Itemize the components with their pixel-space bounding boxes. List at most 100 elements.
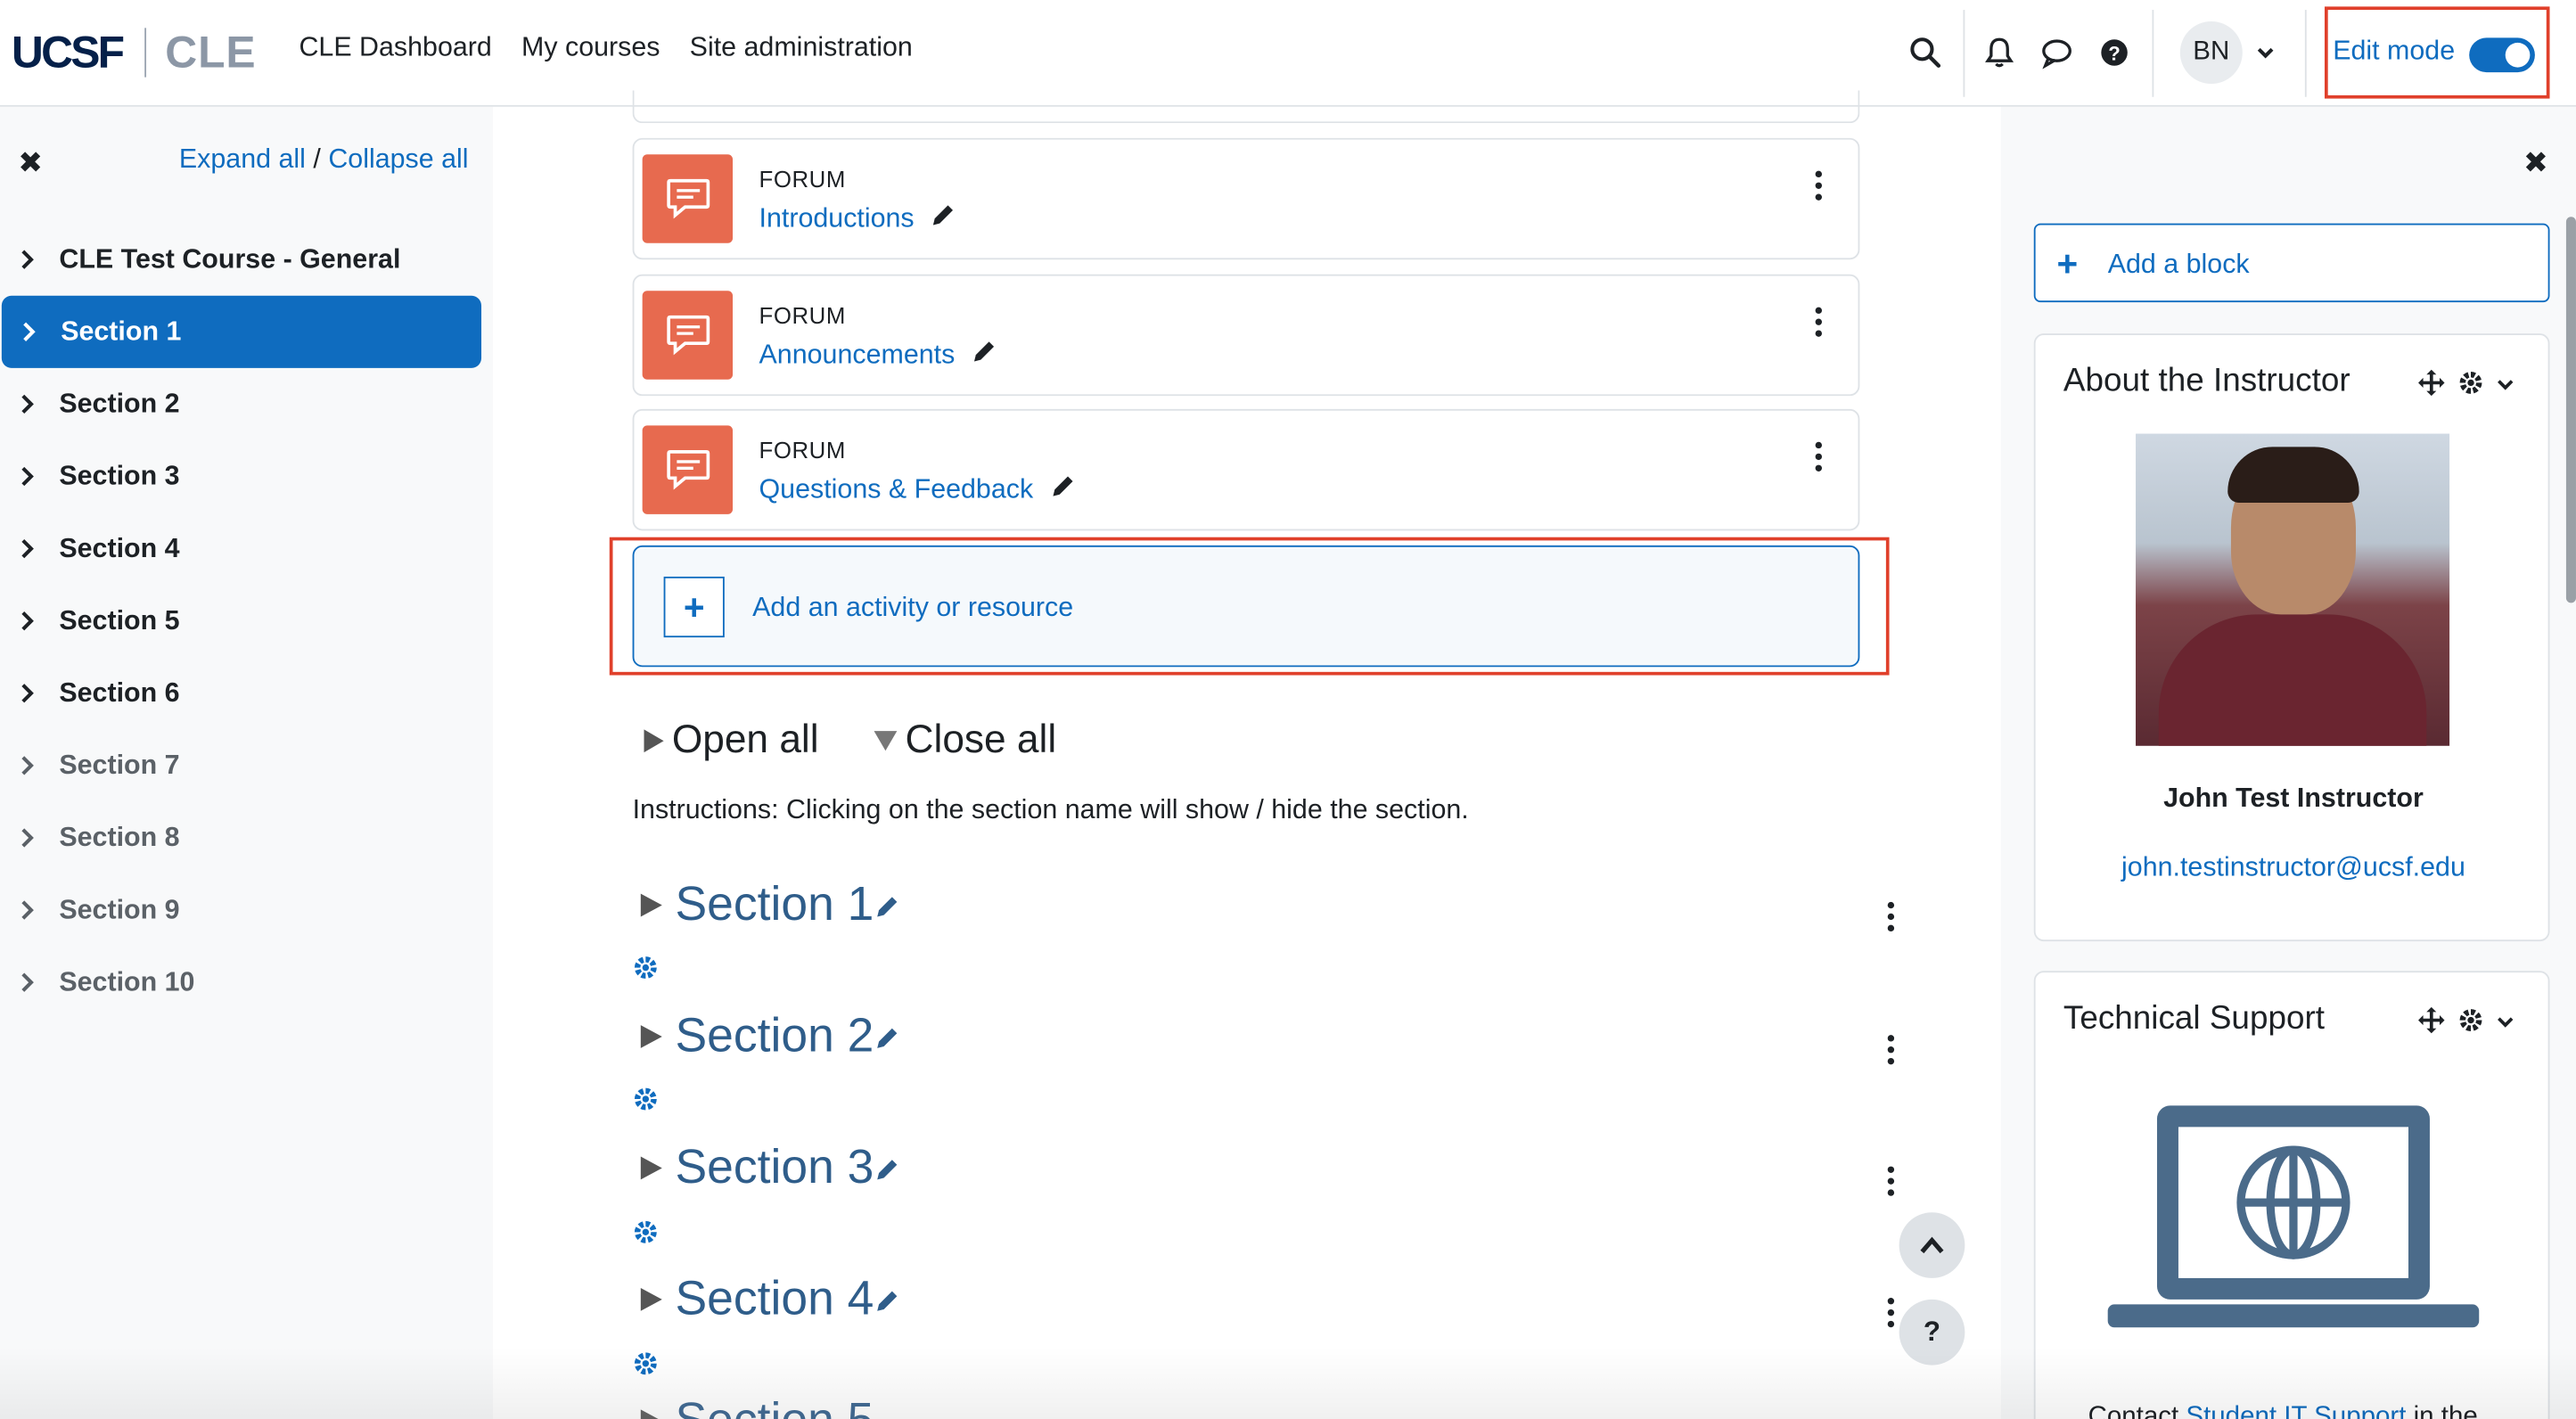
triangle-right-icon	[640, 1409, 662, 1419]
kebab-icon[interactable]	[1886, 1166, 1896, 1196]
pencil-icon[interactable]	[874, 1141, 899, 1195]
block-drawer: ✖ + Add a block About the Instructor Joh…	[2000, 106, 2576, 1419]
section-heading-5[interactable]: Section 5	[640, 1388, 874, 1419]
kebab-icon[interactable]	[1886, 1298, 1896, 1328]
move-icon[interactable]	[2416, 368, 2446, 406]
nav-site-administration[interactable]: Site administration	[690, 33, 913, 64]
activity-name-link[interactable]: Announcements	[759, 340, 956, 372]
support-contact-text: Contact Student IT Support in the	[2088, 1403, 2478, 1419]
course-index-item-general[interactable]: CLE Test Course - General	[0, 224, 493, 296]
instructor-email-link[interactable]: john.testinstructor@ucsf.edu	[2036, 853, 2552, 884]
chevron-right-icon[interactable]	[20, 394, 39, 414]
close-all-button[interactable]: Close all	[874, 718, 1056, 764]
gear-icon[interactable]	[2457, 1007, 2483, 1042]
chevron-right-icon[interactable]	[21, 322, 41, 341]
edit-mode-label[interactable]: Edit mode	[2333, 37, 2455, 68]
search-icon[interactable]	[1906, 33, 1945, 72]
pencil-icon[interactable]	[874, 878, 899, 932]
section-title[interactable]: Section 4	[676, 1272, 874, 1326]
section-heading-2[interactable]: Section 2	[640, 1004, 900, 1070]
section-heading-3[interactable]: Section 3	[640, 1136, 900, 1202]
pencil-icon[interactable]	[972, 339, 997, 373]
course-index-item-section-4[interactable]: Section 4	[0, 513, 493, 585]
app-root: UCSF CLE CLE Dashboard My courses Site a…	[0, 0, 2576, 1419]
course-index-item-section-2[interactable]: Section 2	[0, 368, 493, 440]
help-icon[interactable]: ?	[2095, 33, 2134, 72]
expand-all-link[interactable]: Expand all	[179, 144, 306, 174]
section-title[interactable]: Section 5	[676, 1394, 874, 1419]
add-block-button[interactable]: + Add a block	[2033, 223, 2550, 303]
close-icon[interactable]: ✖	[18, 146, 43, 181]
student-it-support-link[interactable]: Student IT Support	[2186, 1403, 2406, 1419]
pencil-icon[interactable]	[874, 1272, 899, 1326]
gear-icon[interactable]	[633, 1219, 662, 1249]
chevron-down-icon[interactable]	[2496, 1010, 2515, 1039]
chevron-right-icon[interactable]	[20, 611, 39, 631]
expand-collapse-separator: /	[313, 144, 321, 175]
section-title[interactable]: Section 2	[676, 1010, 874, 1064]
navbar-divider-3	[2304, 10, 2307, 97]
course-index-item-section-5[interactable]: Section 5	[0, 585, 493, 657]
section-title[interactable]: Section 1	[676, 878, 874, 932]
course-index-label: Section 7	[59, 750, 180, 780]
course-index-item-section-10[interactable]: Section 10	[0, 947, 493, 1019]
chevron-right-icon[interactable]	[20, 250, 39, 269]
gear-icon[interactable]	[633, 955, 662, 984]
course-index-item-section-9[interactable]: Section 9	[0, 874, 493, 947]
collapse-all-link[interactable]: Collapse all	[328, 144, 468, 174]
kebab-icon[interactable]	[1814, 170, 1824, 201]
gear-icon[interactable]	[633, 1350, 662, 1380]
user-avatar[interactable]: BN	[2179, 21, 2243, 84]
course-index-item-section-6[interactable]: Section 6	[0, 657, 493, 729]
close-icon[interactable]: ✖	[2523, 146, 2548, 181]
activity-forum-introductions: FORUM Introductions	[632, 137, 1860, 260]
course-index-list: CLE Test Course - General Section 1 Sect…	[0, 224, 493, 1019]
chevron-right-icon[interactable]	[20, 756, 39, 775]
scroll-to-top-button[interactable]	[1899, 1212, 1965, 1278]
kebab-icon[interactable]	[1886, 1035, 1896, 1065]
course-index-item-section-3[interactable]: Section 3	[0, 440, 493, 513]
gear-icon[interactable]	[2457, 370, 2483, 405]
chevron-right-icon[interactable]	[20, 972, 39, 992]
chevron-right-icon[interactable]	[20, 684, 39, 703]
kebab-icon[interactable]	[1814, 307, 1824, 337]
kebab-icon[interactable]	[1886, 901, 1896, 932]
bell-icon[interactable]	[1980, 33, 2019, 72]
site-logo[interactable]: UCSF CLE	[12, 25, 257, 81]
block-drawer-scrollbar[interactable]	[2565, 217, 2576, 603]
gear-icon[interactable]	[633, 1086, 662, 1115]
section-heading-4[interactable]: Section 4	[640, 1267, 900, 1333]
course-index-item-section-1[interactable]: Section 1	[1, 295, 482, 368]
course-index-item-section-8[interactable]: Section 8	[0, 801, 493, 874]
pencil-icon[interactable]	[874, 1010, 899, 1064]
activity-name-link[interactable]: Introductions	[759, 204, 915, 235]
chevron-right-icon[interactable]	[20, 538, 39, 559]
chevron-down-icon[interactable]	[2496, 372, 2515, 401]
chevron-right-icon[interactable]	[20, 900, 39, 920]
course-index-label: Section 5	[59, 605, 180, 636]
add-activity-button[interactable]: + Add an activity or resource	[632, 545, 1860, 668]
course-index-item-section-7[interactable]: Section 7	[0, 729, 493, 801]
chevron-down-icon[interactable]	[2246, 33, 2285, 72]
kebab-icon[interactable]	[1814, 441, 1824, 472]
section-title[interactable]: Section 3	[676, 1141, 874, 1195]
pencil-icon[interactable]	[1050, 473, 1076, 508]
chevron-right-icon[interactable]	[20, 466, 39, 487]
chat-icon[interactable]	[2037, 33, 2076, 72]
add-activity-label: Add an activity or resource	[752, 593, 1074, 623]
help-button[interactable]: ?	[1899, 1299, 1965, 1366]
section-heading-1[interactable]: Section 1	[640, 873, 900, 939]
course-index-label: Section 3	[59, 460, 180, 491]
forum-icon	[642, 291, 734, 380]
block-about-instructor: About the Instructor John Test Instructo…	[2033, 333, 2552, 942]
triangle-right-icon	[640, 893, 662, 917]
contact-prefix: Contact	[2088, 1403, 2186, 1419]
move-icon[interactable]	[2416, 1005, 2446, 1043]
pencil-icon[interactable]	[931, 202, 956, 237]
open-all-button[interactable]: Open all	[644, 718, 819, 764]
activity-name-link[interactable]: Questions & Feedback	[759, 475, 1034, 506]
nav-my-courses[interactable]: My courses	[521, 33, 660, 64]
nav-cle-dashboard[interactable]: CLE Dashboard	[299, 33, 491, 64]
chevron-right-icon[interactable]	[20, 828, 39, 848]
edit-mode-toggle[interactable]	[2469, 37, 2535, 73]
